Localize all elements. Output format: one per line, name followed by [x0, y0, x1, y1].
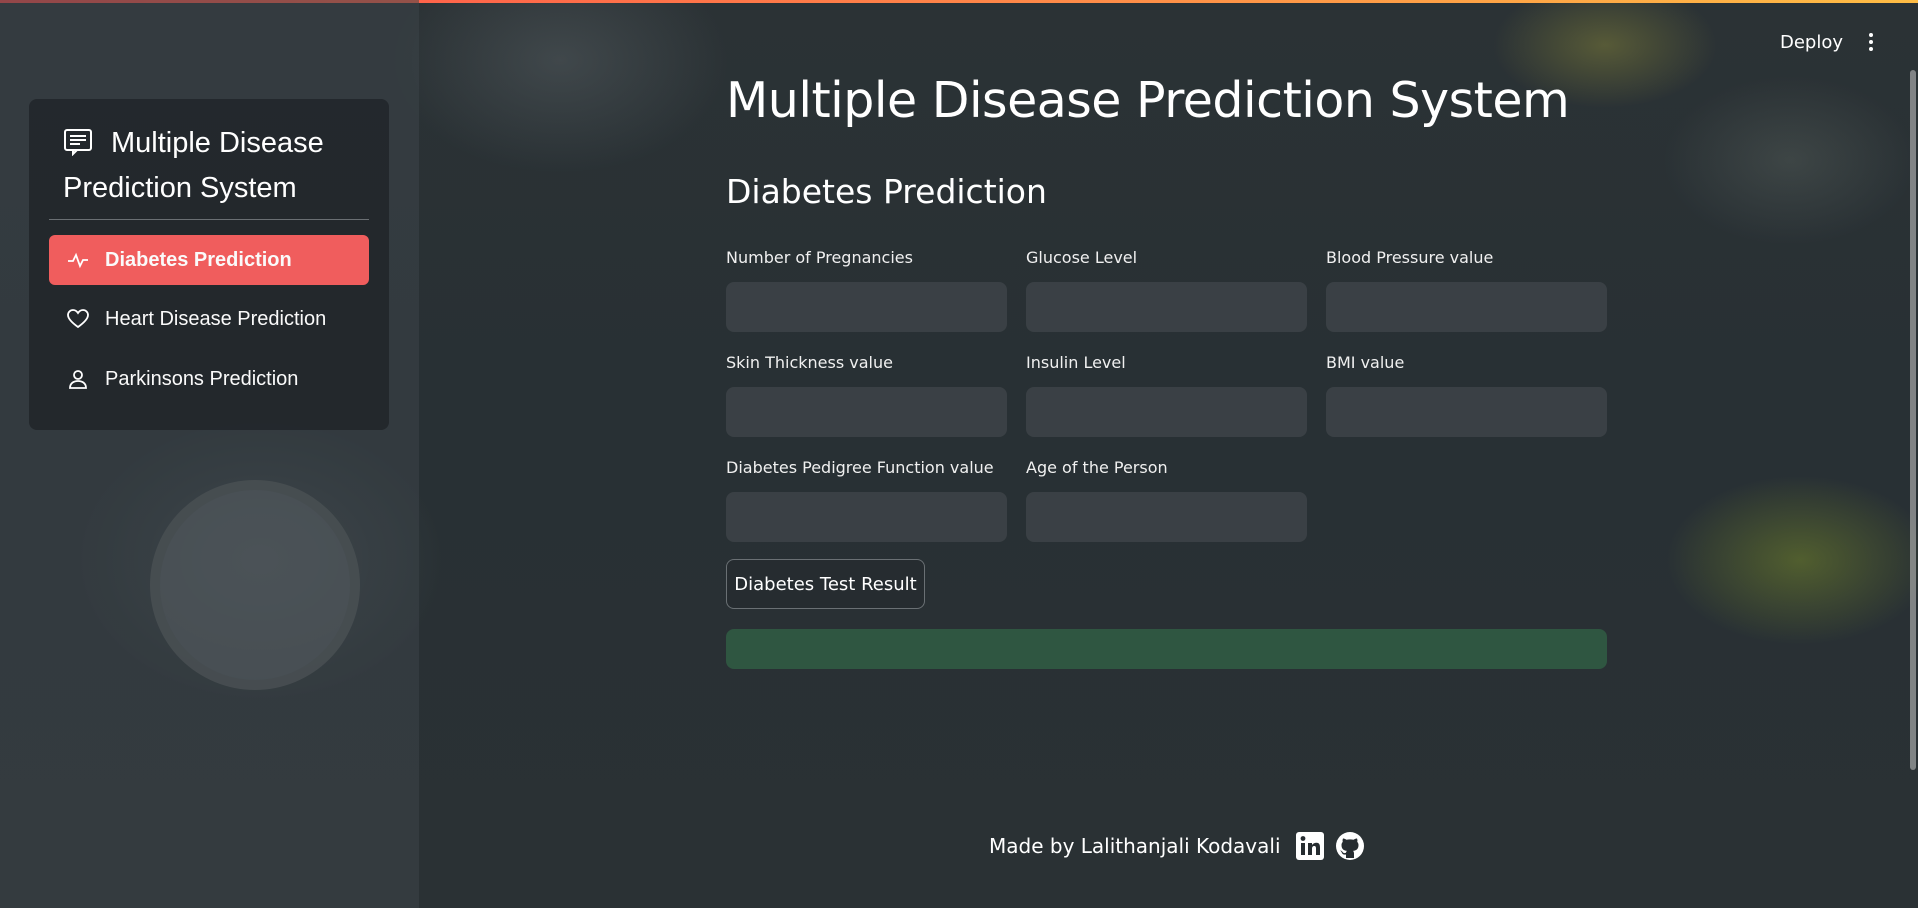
blood-pressure-input[interactable] [1326, 282, 1607, 332]
deploy-button[interactable]: Deploy [1780, 32, 1843, 53]
field-blood-pressure: Blood Pressure value [1326, 248, 1607, 332]
field-label: Number of Pregnancies [726, 248, 913, 267]
github-icon[interactable] [1335, 831, 1365, 861]
bmi-input[interactable] [1326, 387, 1607, 437]
field-label: Insulin Level [1026, 353, 1126, 372]
field-glucose: Glucose Level [1026, 248, 1307, 332]
section-title: Diabetes Prediction [726, 172, 1047, 211]
skin-thickness-input[interactable] [726, 387, 1007, 437]
menu-title: Multiple Disease Prediction System [63, 121, 363, 211]
page-title: Multiple Disease Prediction System [726, 72, 1570, 129]
activity-icon [68, 252, 88, 269]
field-insulin: Insulin Level [1026, 353, 1307, 437]
field-pedigree: Diabetes Pedigree Function value [726, 458, 1007, 542]
kebab-menu-icon[interactable] [1862, 33, 1880, 55]
document-list-icon [63, 125, 93, 157]
insulin-input[interactable] [1026, 387, 1307, 437]
field-label: Skin Thickness value [726, 353, 893, 372]
field-label: Blood Pressure value [1326, 248, 1494, 267]
field-pregnancies: Number of Pregnancies [726, 248, 1007, 332]
field-label: Glucose Level [1026, 248, 1138, 267]
pedigree-input[interactable] [726, 492, 1007, 542]
linkedin-icon[interactable] [1295, 831, 1325, 861]
sidebar-item-label: Heart Disease Prediction [105, 307, 327, 330]
sidebar: Multiple Disease Prediction System Diabe… [0, 0, 419, 908]
menu-divider [49, 219, 369, 220]
footer-credit: Made by Lalithanjali Kodavali [989, 834, 1281, 858]
field-label: BMI value [1326, 353, 1405, 372]
sidebar-item-label: Diabetes Prediction [105, 248, 292, 271]
sidebar-item-label: Parkinsons Prediction [105, 367, 299, 390]
sidebar-item-heart-disease[interactable]: Heart Disease Prediction [49, 294, 369, 344]
heart-icon [67, 309, 89, 329]
scrollbar[interactable] [1910, 70, 1916, 770]
field-age: Age of the Person [1026, 458, 1307, 542]
option-menu: Multiple Disease Prediction System Diabe… [29, 99, 389, 430]
field-label: Age of the Person [1026, 458, 1168, 477]
glucose-input[interactable] [1026, 282, 1307, 332]
field-bmi: BMI value [1326, 353, 1607, 437]
footer: Made by Lalithanjali Kodavali [989, 832, 1365, 860]
menu-title-text: Multiple Disease Prediction System [63, 127, 324, 204]
field-label: Diabetes Pedigree Function value [726, 458, 994, 477]
pregnancies-input[interactable] [726, 282, 1007, 332]
age-input[interactable] [1026, 492, 1307, 542]
sidebar-item-parkinsons[interactable]: Parkinsons Prediction [49, 354, 369, 404]
result-message [726, 629, 1607, 669]
person-icon [69, 370, 87, 389]
field-skin-thickness: Skin Thickness value [726, 353, 1007, 437]
diabetes-test-result-button[interactable]: Diabetes Test Result [726, 559, 925, 609]
sidebar-item-diabetes[interactable]: Diabetes Prediction [49, 235, 369, 285]
